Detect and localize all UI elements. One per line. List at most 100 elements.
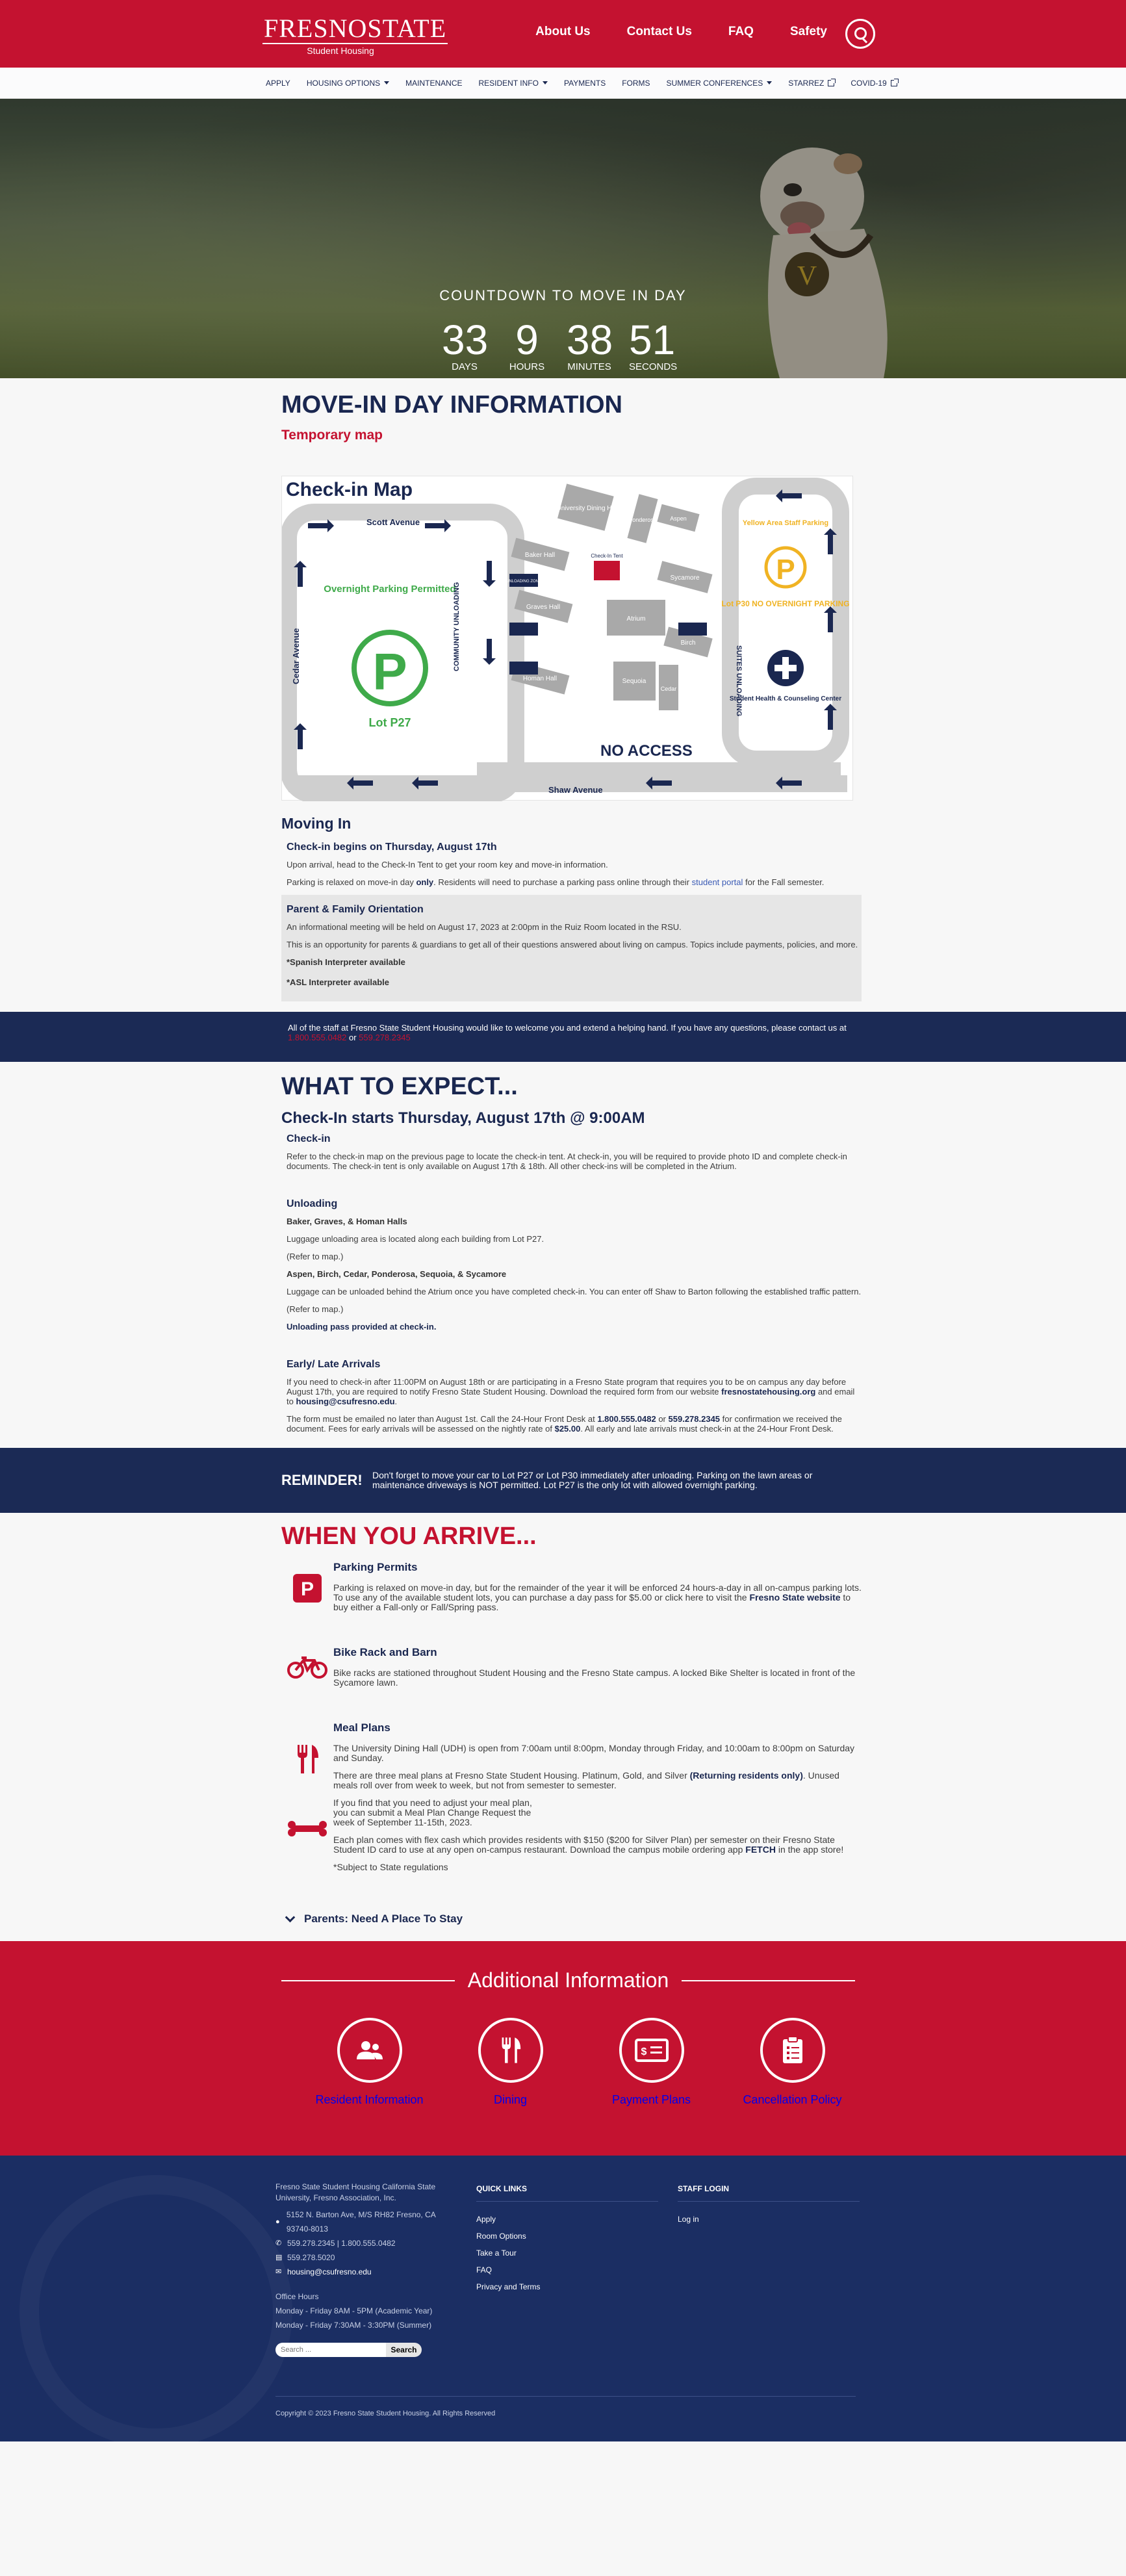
money-bill-icon: $ (619, 2018, 684, 2083)
subnav-housing-options[interactable]: HOUSING OPTIONS (307, 79, 390, 88)
logo[interactable]: FRESNOSTATE Student Housing (262, 14, 448, 57)
housing-website-link[interactable]: fresnostatehousing.org (721, 1387, 815, 1397)
temporary-map-link[interactable]: Temporary map (281, 428, 862, 443)
parking-icon: P (281, 1561, 333, 1620)
bicycle-icon (281, 1646, 333, 1695)
quick-links-heading: QUICK LINKS (476, 2182, 658, 2202)
spanish-interpreter: *Spanish Interpreter available (287, 957, 405, 967)
external-link-icon (890, 78, 899, 86)
checkin-heading: Check-in (287, 1133, 331, 1144)
caret-down-icon (767, 81, 773, 84)
university-seal-watermark (19, 2175, 292, 2448)
map-no-access: NO ACCESS (600, 742, 693, 760)
phone-link[interactable]: 559.278.2345 (669, 1414, 721, 1424)
nav-faq[interactable]: FAQ (728, 25, 754, 39)
subnav-payments[interactable]: PAYMENTS (564, 79, 606, 88)
site-header: FRESNOSTATE Student Housing About Us Con… (0, 0, 1126, 68)
footer-search-button[interactable]: Search (386, 2343, 422, 2357)
quick-link-faq[interactable]: FAQ (476, 2261, 658, 2278)
text: in the app store! (775, 1844, 844, 1855)
subnav-maintenance[interactable]: MAINTENANCE (405, 79, 462, 88)
moving-in-heading: Moving In (281, 815, 352, 832)
quick-link-apply[interactable]: Apply (476, 2211, 658, 2228)
subject-to-regulations: *Subject to State regulations (333, 1862, 448, 1872)
footer-email: ✉ housing@csufresno.edu (275, 2265, 457, 2279)
map-community-unloading: COMMUNITY UNLOADING (453, 582, 461, 671)
countdown-hours: 9 HOURS (504, 318, 550, 372)
logo-subtitle: Student Housing (307, 45, 374, 56)
info-cards: Resident Information Dining $ Payment Pl… (299, 2018, 863, 2107)
map-check-in-tent-icon (594, 561, 620, 580)
dining-card[interactable]: Dining (440, 2018, 581, 2107)
map-building-cedar: Cedar (661, 686, 677, 692)
countdown-minutes: 38 MINUTES (567, 316, 613, 372)
map-yellow-area: Yellow Area Staff Parking (743, 519, 828, 527)
payment-plans-card[interactable]: $ Payment Plans (581, 2018, 722, 2107)
what-to-expect-section: WHAT TO EXPECT... Check-In starts Thursd… (281, 1071, 862, 1434)
nav-about-us[interactable]: About Us (535, 25, 590, 39)
resident-information-card[interactable]: Resident Information (299, 2018, 440, 2107)
checkin-paragraph: Upon arrival, head to the Check-In Tent … (287, 860, 608, 869)
parents-accordion[interactable]: Parents: Need A Place To Stay (285, 1912, 862, 1926)
phone-link[interactable]: 1.800.555.0482 (288, 1033, 346, 1042)
meal-plans-block: Meal Plans The University Dining Hall (U… (281, 1721, 862, 1880)
main-content: MOVE-IN DAY INFORMATION Temporary map Ch… (280, 389, 862, 1001)
svg-text:P: P (372, 643, 407, 701)
caret-down-icon (384, 81, 390, 84)
map-scott-avenue: Scott Avenue (366, 517, 420, 527)
phones-text[interactable]: 559.278.2345 | 1.800.555.0482 (287, 2236, 396, 2250)
staff-login-link[interactable]: Log in (678, 2211, 860, 2228)
quick-link-room-options[interactable]: Room Options (476, 2228, 658, 2245)
logo-brand: FRESNOSTATE (262, 14, 448, 44)
page-title: MOVE-IN DAY INFORMATION (281, 391, 622, 419)
footer-search-input[interactable] (275, 2343, 386, 2357)
map-title: Check-in Map (286, 479, 413, 500)
meal-change-text: If you find that you need to adjust your… (333, 1797, 532, 1827)
text: or (656, 1414, 669, 1424)
minutes-label: MINUTES (567, 361, 611, 372)
text: for the Fall semester. (743, 877, 825, 887)
text: All of the staff at Fresno State Student… (288, 1023, 847, 1033)
early-late-paragraph-1: If you need to check-in after 11:00PM on… (287, 1377, 862, 1406)
fresno-state-website-link[interactable]: Fresno State website (749, 1592, 840, 1603)
phone-link[interactable]: 1.800.555.0482 (597, 1414, 656, 1424)
orientation-box: Parent & Family Orientation An informati… (281, 895, 862, 1001)
subnav-label: STARREZ (788, 78, 825, 88)
search-icon[interactable] (845, 19, 875, 49)
meal-icons (281, 1721, 333, 1880)
subnav-summer-conferences[interactable]: SUMMER CONFERENCES (667, 79, 773, 88)
map-cedar-avenue: Cedar Avenue (291, 628, 301, 684)
subnav-forms[interactable]: FORMS (622, 79, 650, 88)
copyright: Copyright © 2023 Fresno State Student Ho… (275, 2396, 856, 2417)
fee-amount: $25.00 (554, 1424, 581, 1434)
days-value: 33 (442, 316, 489, 363)
quick-link-take-a-tour[interactable]: Take a Tour (476, 2245, 658, 2261)
phone-link[interactable]: 559.278.2345 (359, 1033, 411, 1042)
nav-contact-us[interactable]: Contact Us (627, 25, 692, 39)
additional-title-row: Additional Information (281, 1968, 856, 1992)
when-you-arrive-section: WHEN YOU ARRIVE... P Parking Permits Par… (281, 1521, 862, 1926)
housing-email-link[interactable]: housing@csufresno.edu (296, 1397, 394, 1406)
cancellation-policy-card[interactable]: Cancellation Policy (722, 2018, 863, 2107)
map-lot-p27: Lot P27 (368, 716, 411, 729)
additional-information: Additional Information Resident Informat… (0, 1941, 1126, 2156)
student-portal-link[interactable]: student portal (692, 877, 743, 887)
email-link[interactable]: housing@csufresno.edu (287, 2265, 372, 2279)
subnav-covid-19[interactable]: COVID-19 (851, 78, 899, 88)
countdown-seconds: 51 SECONDS (629, 316, 677, 372)
quick-link-privacy[interactable]: Privacy and Terms (476, 2278, 658, 2295)
map-building-aspen: Aspen (670, 515, 687, 522)
nav-safety[interactable]: Safety (790, 25, 827, 39)
early-late-paragraph-2: The form must be emailed no later than A… (287, 1414, 862, 1434)
clipboard-icon (760, 2018, 825, 2083)
subnav-starrez[interactable]: STARREZ (788, 78, 836, 88)
minutes-value: 38 (567, 316, 613, 363)
subnav-apply[interactable]: APPLY (266, 79, 290, 88)
hero-countdown: V COUNTDOWN TO MOVE IN DAY 33 DAYS 9 HOURS… (0, 99, 1126, 378)
meal-plans-text: There are three meal plans at Fresno Sta… (333, 1771, 862, 1790)
chevron-down-icon (285, 1912, 296, 1923)
subnav-resident-info[interactable]: RESIDENT INFO (479, 79, 548, 88)
parking-permits-text: Parking is relaxed on move-in day, but f… (333, 1583, 862, 1612)
map-building-ponderosa: Ponderosa (628, 517, 657, 523)
seconds-value: 51 (629, 316, 676, 363)
